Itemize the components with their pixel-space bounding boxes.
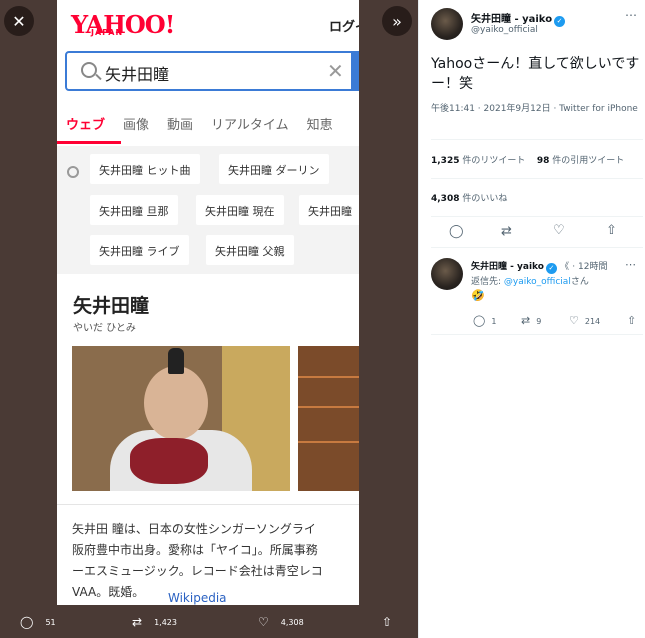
search-icon <box>67 166 79 178</box>
tab-video: 動画 <box>167 118 194 133</box>
reply-count: 51 <box>45 617 56 627</box>
knowledge-panel-photo <box>72 346 290 491</box>
reply-to-line: 返信先: @yaiko_officialさん <box>471 274 589 287</box>
like-stat[interactable]: 4,308 件のいいね <box>431 191 507 204</box>
reply-icon: ◯ <box>473 314 486 327</box>
close-icon: ✕ <box>12 11 26 31</box>
related-chip: 矢井田瞳 ダーリン <box>219 154 329 184</box>
reply-to-prefix: 返信先: <box>471 277 504 287</box>
reply-retweet-button[interactable]: ⇄ 9 <box>521 314 541 327</box>
share-icon[interactable]: ⇧ <box>606 223 617 238</box>
search-box: 矢井田瞳 ✕ <box>65 51 355 91</box>
tweet-timestamp[interactable]: 午後11:41 · 2021年9月12日 · Twitter for iPhon… <box>431 103 641 116</box>
viewer-like-button[interactable]: ♡ 4,308 <box>258 615 304 629</box>
verified-icon: ✓ <box>545 263 557 274</box>
viewer-reply-button[interactable]: ◯ 51 <box>20 615 56 629</box>
reply-author-name: 矢井田瞳 - yaiko <box>471 262 544 272</box>
heart-icon: ♡ <box>569 314 579 327</box>
divider <box>431 334 643 335</box>
related-chip: 矢井田瞳 ヒット曲 <box>90 154 200 184</box>
retweet-stat[interactable]: 1,325 件のリツイート <box>431 156 525 166</box>
search-icon <box>81 62 97 78</box>
attached-image[interactable]: YAHOO! JAPAN ログイ 矢井田瞳 ✕ ウェブ 画像 動画 リアルタイム… <box>57 0 359 605</box>
wikipedia-link: Wikipedia <box>168 591 227 605</box>
retweet-count: 1,423 <box>154 617 177 627</box>
heart-icon: ♡ <box>258 615 269 629</box>
like-count: 4,308 <box>280 617 304 627</box>
tab-images: 画像 <box>123 118 150 133</box>
tab-realtime: リアルタイム <box>211 118 289 133</box>
viewer-action-bar: ◯ 51 ⇄ 1,423 ♡ 4,308 ⇧ <box>0 606 418 638</box>
tweet-author-handle[interactable]: @yaiko_official <box>471 25 538 35</box>
reply-author-handle: 《 <box>560 262 570 272</box>
expand-panel-button[interactable]: » <box>382 6 412 36</box>
share-icon: ⇧ <box>382 615 393 629</box>
more-options-icon[interactable]: ⋯ <box>625 258 636 271</box>
knowledge-panel-reading: やいだ ひとみ <box>73 323 136 334</box>
divider <box>431 178 643 179</box>
author-name-text: 矢井田瞳 - yaiko <box>471 14 553 25</box>
close-button[interactable]: ✕ <box>4 6 34 36</box>
reply-icon: ◯ <box>20 615 34 629</box>
viewer-retweet-button[interactable]: ⇄ 1,423 <box>132 615 177 629</box>
divider <box>431 247 643 248</box>
knowledge-panel-photo-2 <box>298 346 359 491</box>
reply-to-suffix: さん <box>570 277 589 287</box>
heart-icon[interactable]: ♡ <box>553 223 565 238</box>
login-link: ログイ <box>329 20 359 35</box>
search-button-edge <box>351 51 359 91</box>
search-value: 矢井田瞳 <box>105 65 170 84</box>
related-chip: 矢井田瞳 <box>299 195 359 225</box>
knowledge-panel-title: 矢井田瞳 <box>73 295 150 317</box>
chevrons-right-icon: » <box>392 11 402 31</box>
retweet-icon: ⇄ <box>521 314 531 327</box>
clear-icon: ✕ <box>327 59 344 83</box>
related-chip: 矢井田瞳 ライブ <box>90 235 189 265</box>
verified-icon: ✓ <box>554 16 566 27</box>
related-chip: 矢井田瞳 父親 <box>206 235 294 265</box>
related-chip: 矢井田瞳 旦那 <box>90 195 178 225</box>
search-tabs: ウェブ 画像 動画 リアルタイム 知恵 <box>57 110 359 144</box>
tab-chiebukuro: 知恵 <box>306 118 333 133</box>
quote-stat[interactable]: 98 件の引用ツイート <box>537 156 624 166</box>
divider <box>431 139 643 140</box>
reply-reply-button[interactable]: ◯ 1 <box>473 314 496 327</box>
tweet-stats: 1,325 件のリツイート 98 件の引用ツイート <box>431 153 624 166</box>
reply-share-button[interactable]: ⇧ <box>627 314 642 327</box>
retweet-count: 9 <box>536 317 542 326</box>
more-options-icon[interactable]: ⋯ <box>625 8 637 22</box>
active-tab-underline <box>57 141 121 144</box>
share-icon: ⇧ <box>627 314 637 327</box>
retweet-icon[interactable]: ⇄ <box>501 224 512 239</box>
viewer-share-button[interactable]: ⇧ <box>382 615 404 629</box>
reply-like-button[interactable]: ♡ 214 <box>569 314 600 327</box>
related-searches: 矢井田瞳 ヒット曲 矢井田瞳 ダーリン 矢井田瞳 旦那 矢井田瞳 現在 矢井田瞳… <box>57 146 359 274</box>
media-viewer: ✕ » YAHOO! JAPAN ログイ 矢井田瞳 ✕ ウェブ 画像 動画 リア… <box>0 0 418 638</box>
reply-icon[interactable]: ◯ <box>449 224 464 239</box>
tab-web: ウェブ <box>66 118 106 133</box>
mention-link[interactable]: @yaiko_official <box>504 277 571 287</box>
knowledge-panel-description: 矢井田 瞳は、日本の女性シンガーソングライ 阪府豊中市出身。愛称は「ヤイコ」。所… <box>57 504 359 605</box>
reply-count: 1 <box>491 317 497 326</box>
retweet-icon: ⇄ <box>132 615 143 629</box>
tweet-panel: 矢井田瞳 - yaiko ✓ @yaiko_official ⋯ Yahooさーん… <box>418 0 645 638</box>
reply-time: · 12時間 <box>572 262 608 272</box>
avatar[interactable] <box>431 258 463 290</box>
divider <box>431 216 643 217</box>
reply-text: 🤣 <box>471 289 485 302</box>
reply-author[interactable]: 矢井田瞳 - yaiko ✓ 《 · 12時間 <box>471 259 607 274</box>
avatar[interactable] <box>431 8 463 40</box>
related-chip: 矢井田瞳 現在 <box>196 195 284 225</box>
like-count: 214 <box>584 317 601 326</box>
tweet-text: Yahooさーん！直して欲しいですー！笑 <box>431 56 640 92</box>
yahoo-logo-sub: JAPAN <box>91 28 124 37</box>
